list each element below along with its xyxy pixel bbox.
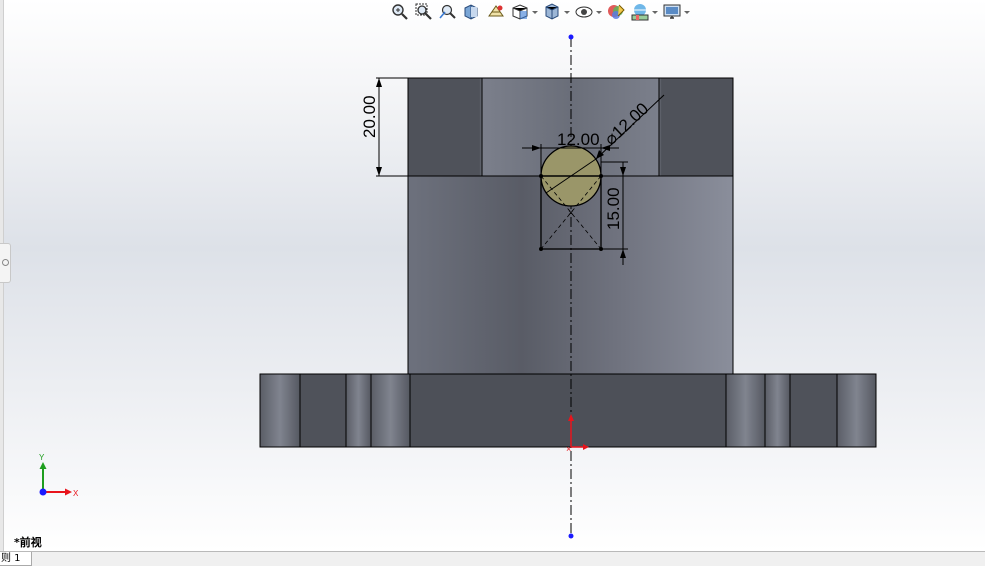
bottom-sheet-bar: 则 1 — [0, 551, 985, 566]
cad-model-canvas[interactable]: × 20.00 12.00 ⌀12.00 15.00 × Y X — [0, 0, 985, 551]
svg-text:×: × — [568, 208, 574, 219]
dimension-text-12[interactable]: 12.00 — [557, 130, 600, 149]
dimension-height-20[interactable]: 20.00 — [360, 77, 408, 177]
view-orientation-label: *前视 — [14, 536, 42, 549]
base-plate[interactable] — [259, 373, 877, 448]
dimension-text-20[interactable]: 20.00 — [360, 95, 379, 138]
centerline-bottom-endpoint[interactable] — [568, 533, 574, 539]
triad-x-label: X — [73, 489, 79, 498]
reference-triad: Y X — [39, 453, 79, 498]
triad-y-label: Y — [39, 453, 45, 462]
svg-text:×: × — [566, 444, 571, 454]
centerline-top-endpoint[interactable] — [568, 34, 574, 40]
dimension-text-15[interactable]: 15.00 — [604, 187, 623, 230]
sheet-tab[interactable]: 则 1 — [0, 552, 32, 566]
